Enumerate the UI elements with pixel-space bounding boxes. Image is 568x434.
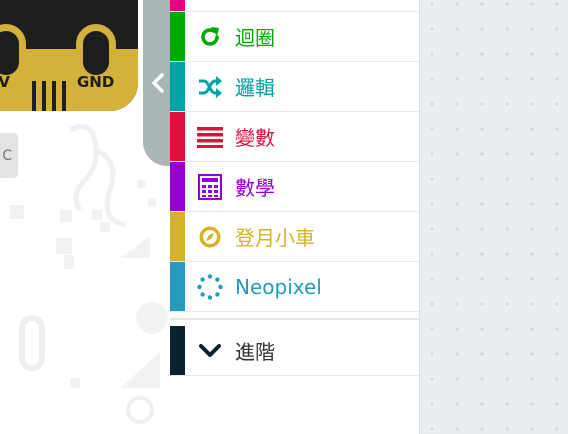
pin-3v-label: 3V: [0, 73, 11, 91]
pin-gnd-label: GND: [77, 73, 115, 91]
category-color-strip: [170, 326, 185, 375]
category-label-math: 數學: [235, 176, 275, 200]
category-label-neopixel: Neopixel: [235, 274, 322, 299]
chevron-down-icon: [185, 326, 235, 375]
category-label-loops: 迴圈: [235, 26, 275, 50]
toolbox-category-loops[interactable]: 迴圈: [170, 12, 419, 62]
blocks-toolbox: 迴圈 邏輯 變數 數學 登月小車 Neopixel 進階: [170, 0, 420, 434]
microbit-board-edge: 3V GND: [0, 0, 138, 111]
category-color-strip: [170, 0, 185, 11]
category-color-strip: [170, 112, 185, 161]
calculator-icon: [185, 162, 235, 211]
chevron-left-icon: [152, 73, 164, 93]
toolbox-separator: [170, 318, 419, 320]
category-label-moonbot: 登月小車: [235, 226, 315, 250]
category-label-logic: 邏輯: [235, 76, 275, 100]
category-color-strip: [170, 12, 185, 61]
blocks-workspace[interactable]: [420, 0, 568, 434]
category-color-strip: [170, 212, 185, 261]
category-color-strip: [170, 162, 185, 211]
toolbox-category-math[interactable]: 數學: [170, 162, 419, 212]
category-color-strip: [170, 62, 185, 111]
shuffle-logic-icon: [185, 62, 235, 111]
variables-list-icon: [185, 112, 235, 161]
toolbox-category-logic[interactable]: 邏輯: [170, 62, 419, 112]
neopixel-ring-icon: [185, 262, 235, 311]
simulator-side-button-label: C: [2, 147, 12, 164]
category-label-variables: 變數: [235, 126, 275, 150]
toolbox-category-partial[interactable]: [170, 0, 419, 12]
compass-icon: [185, 212, 235, 261]
category-color-strip: [170, 262, 185, 311]
toolbox-category-neopixel[interactable]: Neopixel: [170, 262, 419, 312]
toolbox-category-moonbot[interactable]: 登月小車: [170, 212, 419, 262]
top-partial-icon: [185, 0, 235, 11]
category-label-advanced: 進階: [235, 340, 275, 364]
simulator-side-button[interactable]: C: [0, 133, 18, 178]
toolbox-category-variables[interactable]: 變數: [170, 112, 419, 162]
loop-refresh-icon: [185, 12, 235, 61]
collapse-simulator-button[interactable]: [143, 0, 173, 166]
workspace-grid: [430, 2, 559, 431]
toolbox-category-advanced[interactable]: 進階: [170, 326, 419, 376]
